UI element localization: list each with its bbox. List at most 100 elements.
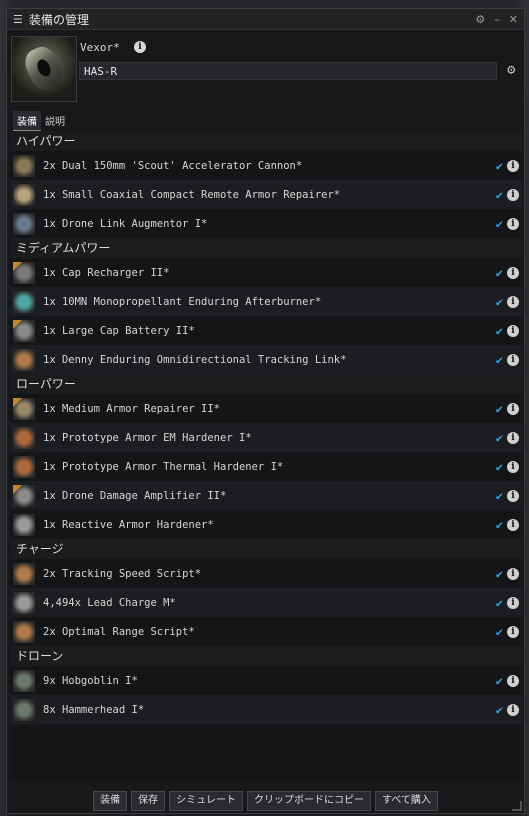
module-label: 1x Drone Damage Amplifier II* [43,489,227,502]
cap-battery-icon [13,319,35,342]
footer-buttons: 装備 保存 シミュレート クリップボードにコピー すべて購入 [7,791,524,811]
section-header: ハイパワー [10,131,522,151]
settings-icon[interactable]: ⚙ [475,13,485,26]
hobgoblin-icon [13,669,35,692]
module-info-icon[interactable]: i [507,596,519,609]
module-label: 9x Hobgoblin I* [43,674,138,687]
available-check-icon: ✔ [495,624,503,639]
module-info-icon[interactable]: i [507,217,519,230]
module-info-icon[interactable]: i [507,324,519,337]
module-row[interactable]: 1x Small Coaxial Compact Remote Armor Re… [10,180,522,209]
available-check-icon: ✔ [495,323,503,338]
module-info-icon[interactable]: i [507,159,519,172]
copy-to-clipboard-button[interactable]: クリップボードにコピー [246,791,371,811]
buy-all-button[interactable]: すべて購入 [374,791,438,811]
fitting-name-input[interactable]: HAS-R [79,62,497,80]
window-menu-icon[interactable]: ☰ [13,13,23,26]
module-row[interactable]: 8x Hammerhead I* ✔ i [10,695,522,724]
module-row[interactable]: 1x Cap Recharger II* ✔ i [10,258,522,287]
module-list[interactable]: ハイパワー 2x Dual 150mm 'Scout' Accelerator C… [10,131,522,781]
module-label: 1x Medium Armor Repairer II* [43,402,221,415]
available-check-icon: ✔ [495,673,503,688]
module-row[interactable]: 1x Large Cap Battery II* ✔ i [10,316,522,345]
remote-repairer-icon [13,183,35,206]
module-row[interactable]: 1x Reactive Armor Hardener* ✔ i [10,510,522,539]
available-check-icon: ✔ [495,187,503,202]
ship-thumbnail[interactable] [11,36,77,102]
close-icon[interactable]: ✕ [509,13,518,26]
module-row[interactable]: 1x Prototype Armor EM Hardener I* ✔ i [10,423,522,452]
module-info-icon[interactable]: i [507,489,519,502]
module-label: 1x 10MN Monopropellant Enduring Afterbur… [43,295,322,308]
module-label: 1x Cap Recharger II* [43,266,170,279]
module-row[interactable]: 1x Medium Armor Repairer II* ✔ i [10,394,522,423]
module-info-icon[interactable]: i [507,703,519,716]
module-label: 2x Dual 150mm 'Scout' Accelerator Cannon… [43,159,303,172]
module-label: 1x Drone Link Augmentor I* [43,217,208,230]
module-row[interactable]: 9x Hobgoblin I* ✔ i [10,666,522,695]
tab-description[interactable]: 説明 [41,111,69,131]
ship-info-icon[interactable]: i [134,41,146,53]
module-row[interactable]: 1x Drone Link Augmentor I* ✔ i [10,209,522,238]
resize-handle[interactable] [512,801,522,811]
module-label: 2x Optimal Range Script* [43,625,195,638]
module-label: 1x Prototype Armor EM Hardener I* [43,431,252,444]
module-row[interactable]: 1x Denny Enduring Omnidirectional Tracki… [10,345,522,374]
module-info-icon[interactable]: i [507,402,519,415]
cap-recharger-icon [13,261,35,284]
tab-bar: 装備 説明 [13,111,69,131]
module-label: 4,494x Lead Charge M* [43,596,176,609]
title-bar[interactable]: ☰ 装備の管理 ⚙ – ✕ [7,9,524,30]
module-info-icon[interactable]: i [507,353,519,366]
available-check-icon: ✔ [495,294,503,309]
section-header: チャージ [10,539,522,559]
available-check-icon: ✔ [495,595,503,610]
fit-header: Vexor* i HAS-R ⚙ [7,30,524,108]
module-label: 1x Large Cap Battery II* [43,324,195,337]
module-info-icon[interactable]: i [507,567,519,580]
module-label: 1x Prototype Armor Thermal Hardener I* [43,460,284,473]
module-info-icon[interactable]: i [507,266,519,279]
tracking-link-icon [13,348,35,371]
module-info-icon[interactable]: i [507,674,519,687]
fit-settings-gear-icon[interactable]: ⚙ [507,62,515,78]
module-row[interactable]: 1x Prototype Armor Thermal Hardener I* ✔ i [10,452,522,481]
afterburner-icon [13,290,35,313]
available-check-icon: ✔ [495,566,503,581]
module-row[interactable]: 2x Tracking Speed Script* ✔ i [10,559,522,588]
module-info-icon[interactable]: i [507,625,519,638]
module-info-icon[interactable]: i [507,188,519,201]
save-button[interactable]: 保存 [131,791,166,811]
available-check-icon: ✔ [495,702,503,717]
drone-damage-icon [13,484,35,507]
minimize-icon[interactable]: – [494,13,500,26]
module-info-icon[interactable]: i [507,518,519,531]
fit-button[interactable]: 装備 [93,791,128,811]
available-check-icon: ✔ [495,517,503,532]
module-label: 1x Reactive Armor Hardener* [43,518,214,531]
available-check-icon: ✔ [495,352,503,367]
armor-repairer-icon [13,397,35,420]
tab-fitting[interactable]: 装備 [13,111,41,131]
script-icon [13,620,35,643]
module-row[interactable]: 2x Dual 150mm 'Scout' Accelerator Cannon… [10,151,522,180]
module-row[interactable]: 4,494x Lead Charge M* ✔ i [10,588,522,617]
module-info-icon[interactable]: i [507,295,519,308]
fitting-management-window: ☰ 装備の管理 ⚙ – ✕ Vexor* i HAS-R ⚙ 装備 説明 ハイパ… [6,8,525,814]
section-header: ドローン [10,646,522,666]
module-label: 8x Hammerhead I* [43,703,145,716]
available-check-icon: ✔ [495,216,503,231]
module-info-icon[interactable]: i [507,460,519,473]
available-check-icon: ✔ [495,488,503,503]
hammerhead-icon [13,698,35,721]
simulate-button[interactable]: シミュレート [169,791,243,811]
module-row[interactable]: 1x Drone Damage Amplifier II* ✔ i [10,481,522,510]
available-check-icon: ✔ [495,401,503,416]
ammo-icon [13,591,35,614]
module-label: 2x Tracking Speed Script* [43,567,202,580]
module-info-icon[interactable]: i [507,431,519,444]
cannon-icon [13,154,35,177]
module-row[interactable]: 2x Optimal Range Script* ✔ i [10,617,522,646]
module-row[interactable]: 1x 10MN Monopropellant Enduring Afterbur… [10,287,522,316]
thermal-hardener-icon [13,455,35,478]
